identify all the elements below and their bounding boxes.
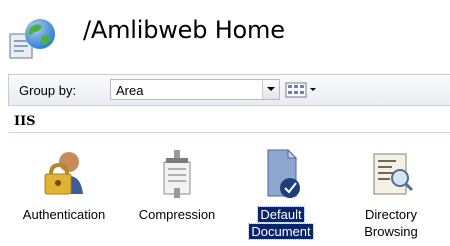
compression-icon xyxy=(163,150,191,198)
page-title: /Amlibweb Home xyxy=(83,16,285,44)
feature-authentication[interactable]: Authentication xyxy=(8,148,120,222)
group-by-label: Group by: xyxy=(19,83,77,98)
view-mode-button[interactable] xyxy=(284,80,326,100)
iis-section-header[interactable]: IIS xyxy=(8,112,450,133)
page-header: /Amlibweb Home xyxy=(0,0,450,68)
feature-label: Default Document xyxy=(240,206,322,240)
feature-label-line1: Default xyxy=(257,206,305,223)
default-document-icon xyxy=(267,148,300,198)
feature-label-line1: Directory xyxy=(364,207,417,222)
authentication-icon xyxy=(44,152,83,195)
feature-label: Authentication xyxy=(22,207,106,222)
feature-default-document[interactable]: Default Document xyxy=(240,148,322,240)
feature-label-line2: Document xyxy=(248,223,314,240)
feature-label: Compression xyxy=(138,207,216,222)
feature-compression[interactable]: Compression xyxy=(122,148,232,222)
feature-toolbar: Group by: Area xyxy=(8,74,450,106)
group-by-select[interactable]: Area xyxy=(110,79,280,100)
chevron-down-icon xyxy=(267,87,275,91)
directory-browsing-icon xyxy=(373,153,414,195)
section-title: IIS xyxy=(14,114,36,129)
feature-label-line2: Browsing xyxy=(364,224,418,239)
group-by-value: Area xyxy=(116,83,144,98)
feature-label: Directory Browsing xyxy=(354,206,428,240)
web-site-globe-icon xyxy=(9,19,55,59)
feature-directory-browsing[interactable]: Directory Browsing xyxy=(354,148,428,239)
group-by-dropdown-button[interactable] xyxy=(262,80,279,99)
